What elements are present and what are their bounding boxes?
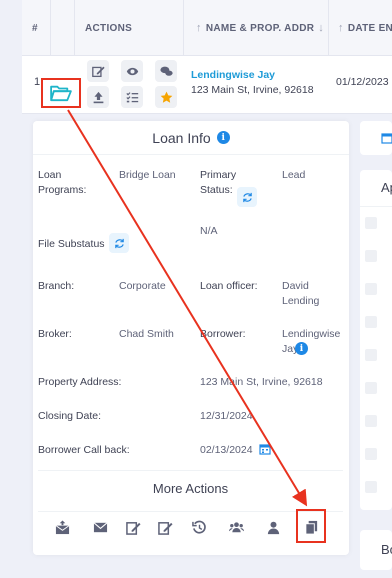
upload-button[interactable] [87,86,109,108]
column-hash: # [32,0,38,56]
open-folder-button[interactable] [41,78,81,108]
column-name-sort[interactable]: ↑ NAME & PROP. ADDR ↓ [192,0,328,56]
borrower-callback-value: 02/13/2024 [200,444,253,456]
column-actions: ACTIONS [85,0,132,56]
favorite-button[interactable] [155,86,177,108]
column-divider [50,0,51,56]
row-checkbox[interactable] [365,481,377,493]
right-panel-3-title: Bo [381,542,392,557]
row-checkbox[interactable] [365,382,377,394]
property-address: 123 Main St, Irvine, 92618 [191,84,314,96]
checklist-button[interactable] [121,86,143,108]
primary-status-value: Lead [282,169,306,181]
column-hash-label: # [32,22,38,34]
edit-button[interactable] [87,60,109,82]
loan-officer-value: David Lending [282,280,320,307]
eye-icon [126,67,138,75]
row-date: 01/12/2023 [336,76,389,88]
primary-status-label: Primary Status: [200,169,237,196]
copy-button[interactable] [300,516,322,538]
more-actions-title: More Actions [152,480,229,496]
edit-document-icon [125,521,141,535]
borrower-value: Lendingwise Jay [282,328,341,355]
sort-up-icon[interactable]: ↑ [196,22,202,34]
left-gutter [0,0,22,578]
row-checkbox[interactable] [365,349,377,361]
row-checkbox[interactable] [365,448,377,460]
right-panel-2-title: Ap [381,180,392,195]
folder-open-icon [50,85,72,102]
row-checkbox[interactable] [365,283,377,295]
refresh-icon [114,238,124,248]
column-date-label: DATE EN [347,22,392,34]
mail-upload-button[interactable] [51,516,73,538]
divider [360,206,392,207]
column-divider [328,0,329,56]
sort-down-icon[interactable]: ↓ [318,22,324,34]
edit-icon [91,66,105,77]
table-header: # ACTIONS ↑ NAME & PROP. ADDR ↓ ↑ DATE E… [22,0,392,56]
file-substatus-label: File Substatus [38,238,105,250]
edit-note-button[interactable] [154,516,176,538]
column-actions-label: ACTIONS [85,22,133,34]
row-checkbox[interactable] [365,217,377,229]
user-icon [267,521,279,534]
primary-status-sync-button[interactable] [237,187,257,207]
closing-date-label: Closing Date: [38,410,102,422]
upload-icon [93,91,103,103]
broker-value: Chad Smith [119,328,174,340]
closing-date-value: 12/31/2024 [200,410,253,422]
mail-upload-icon [55,519,69,534]
file-substatus-sync-button[interactable] [109,233,129,253]
loan-programs-value: Bridge Loan [119,169,176,181]
column-divider [183,0,184,56]
borrower-callback-label: Borrower Call back: [38,444,130,456]
file-substatus-value: N/A [200,225,218,237]
calendar-icon[interactable] [381,132,392,144]
property-address-value: 123 Main St, Irvine, 92618 [200,376,323,388]
borrower-label: Borrower: [200,328,246,340]
user-button[interactable] [262,516,284,538]
history-icon [191,520,206,534]
comments-button[interactable] [155,60,177,82]
broker-label: Broker: [38,328,72,340]
calendar-icon[interactable] [259,443,271,455]
users-icon [228,521,244,532]
branch-value: Corporate [119,280,166,292]
loan-info-title: Loan Info [152,129,211,146]
borrower-name-link[interactable]: Lendingwise Jay [191,69,275,81]
table-row: 1 Lendingwise Jay 123 Main St, Irvine, 9… [22,56,392,114]
edit-note-icon [157,521,173,535]
checklist-icon [125,91,138,102]
row-number: 1 [34,76,41,88]
edit-document-button[interactable] [122,516,144,538]
contacts-button[interactable] [225,516,247,538]
loan-info-header: Loan Info i [33,121,349,155]
column-divider [74,0,75,56]
refresh-icon [242,192,252,202]
branch-label: Branch: [38,280,75,292]
column-name-label: NAME & PROP. ADDR [205,22,315,34]
row-checkbox[interactable] [365,250,377,262]
envelope-icon [93,521,107,532]
copy-icon [304,520,317,535]
property-address-label: Property Address: [38,376,122,388]
email-button[interactable] [89,516,111,538]
borrower-info-icon[interactable]: i [295,342,308,355]
sort-up-icon[interactable]: ↑ [338,22,344,34]
loan-programs-label: Loan Programs: [38,169,87,196]
right-panel-3: Bo [360,530,392,570]
right-panel-1 [360,121,392,155]
view-button[interactable] [121,60,143,82]
column-date-sort[interactable]: ↑ DATE EN [334,0,392,56]
star-icon [160,91,172,103]
history-button[interactable] [188,516,210,538]
comments-icon [159,66,173,76]
row-checkbox[interactable] [365,316,377,328]
right-panel-2: Ap [360,170,392,510]
loan-officer-label: Loan officer: [200,280,258,292]
info-icon[interactable]: i [216,131,230,144]
row-checkbox[interactable] [365,415,377,427]
